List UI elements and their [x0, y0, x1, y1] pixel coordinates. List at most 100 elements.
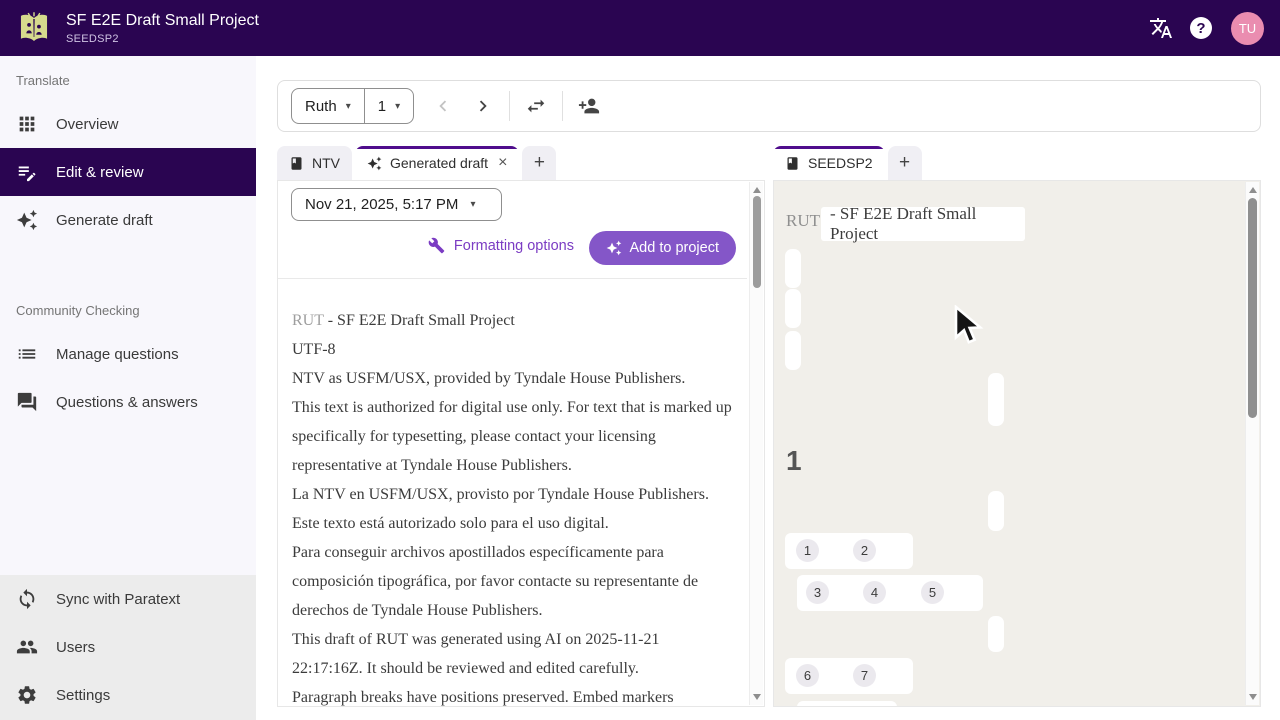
- draft-heading-line: RUT - SF E2E Draft Small Project: [292, 306, 732, 335]
- sidebar-item-generate-draft[interactable]: Generate draft: [0, 196, 256, 244]
- project-title: SF E2E Draft Small Project: [66, 11, 259, 30]
- chevron-down-icon: ▾: [470, 199, 475, 210]
- verse-segment-row: 3 4 5: [797, 575, 983, 611]
- draft-revision-select[interactable]: Nov 21, 2025, 5:17 PM ▾: [291, 188, 502, 221]
- user-avatar[interactable]: TU: [1231, 12, 1264, 45]
- main-content: Ruth ▾ 1 ▾: [256, 56, 1280, 720]
- next-chapter-button[interactable]: [463, 86, 503, 126]
- verse-number[interactable]: 7: [853, 664, 876, 687]
- sidebar-item-label: Manage questions: [56, 346, 179, 363]
- add-to-project-button[interactable]: Add to project: [589, 231, 736, 265]
- sidebar-item-label: Users: [56, 639, 95, 656]
- formatting-options-button[interactable]: Formatting options: [428, 237, 574, 254]
- app-title-block: SF E2E Draft Small Project SEEDSP2: [66, 11, 259, 45]
- left-pane-scrollbar[interactable]: [749, 182, 763, 705]
- previous-chapter-button[interactable]: [423, 86, 463, 126]
- settings-icon: [16, 684, 38, 706]
- sparkle-icon: [606, 240, 622, 256]
- verse-number[interactable]: 2: [853, 539, 876, 562]
- verse-number[interactable]: 1: [796, 539, 819, 562]
- add-tab-button[interactable]: +: [888, 146, 922, 180]
- chevron-down-icon: ▾: [395, 101, 400, 112]
- book-select-value: Ruth: [305, 98, 337, 115]
- tab-label: NTV: [312, 155, 340, 171]
- top-app-bar: SF E2E Draft Small Project SEEDSP2 ? TU: [0, 0, 1280, 56]
- formatting-options-label: Formatting options: [454, 238, 574, 254]
- sidebar-section-community-checking: Community Checking: [0, 300, 256, 320]
- source-draft-pane: NTV Generated draft × + Nov 21, 2025, 5:…: [277, 146, 765, 707]
- sidebar-gap: [0, 244, 256, 300]
- skeleton-placeholder: [988, 373, 1004, 426]
- scroll-down-icon[interactable]: [753, 694, 761, 700]
- chapter-select[interactable]: 1 ▾: [365, 88, 413, 124]
- draft-revision-value: Nov 21, 2025, 5:17 PM: [305, 196, 458, 213]
- sidebar-item-questions-answers[interactable]: Questions & answers: [0, 378, 256, 426]
- add-to-project-label: Add to project: [630, 240, 719, 256]
- skeleton-placeholder: [988, 616, 1004, 652]
- skeleton-placeholder: [988, 491, 1004, 531]
- sidebar-item-label: Edit & review: [56, 164, 144, 181]
- sidebar-item-label: Sync with Paratext: [56, 591, 180, 608]
- tab-generated-draft[interactable]: Generated draft ×: [355, 146, 519, 180]
- right-pane-tabbar: SEEDSP2 +: [773, 146, 1261, 180]
- sidebar-item-users[interactable]: Users: [0, 623, 256, 671]
- edit-note-icon: [16, 161, 38, 183]
- project-text-editor[interactable]: RUT - SF E2E Draft Small Project 1 1 2 3…: [773, 180, 1261, 707]
- sidebar: Translate Overview Edit & review Generat…: [0, 56, 256, 720]
- book-code-label: RUT: [292, 312, 324, 329]
- sidebar-item-manage-questions[interactable]: Manage questions: [0, 330, 256, 378]
- close-icon[interactable]: ×: [498, 155, 507, 171]
- sidebar-section-translate: Translate: [0, 70, 256, 90]
- chevron-right-icon: [472, 95, 494, 117]
- scroll-down-icon[interactable]: [1249, 694, 1257, 700]
- toolbar-divider: [509, 91, 510, 121]
- draft-heading-suffix: - SF E2E Draft Small Project: [324, 312, 515, 329]
- verse-number[interactable]: 3: [806, 581, 829, 604]
- project-editor-pane: SEEDSP2 + RUT - SF E2E Draft Small Proje…: [773, 146, 1261, 707]
- book-chapter-selector: Ruth ▾ 1 ▾: [291, 88, 414, 124]
- draft-paragraph: La NTV en USFM/USX, provisto por Tyndale…: [292, 480, 732, 538]
- translate-icon: [1149, 16, 1173, 40]
- sidebar-item-edit-review[interactable]: Edit & review: [0, 148, 256, 196]
- verse-number[interactable]: 4: [863, 581, 886, 604]
- language-button[interactable]: [1141, 8, 1181, 48]
- toolbar-divider: [562, 91, 563, 121]
- sync-icon: [16, 588, 38, 610]
- forum-icon: [16, 391, 38, 413]
- verse-segment-row: 8: [797, 701, 897, 707]
- skeleton-placeholder: [785, 249, 801, 288]
- right-pane-scrollbar[interactable]: [1245, 182, 1259, 705]
- sidebar-item-overview[interactable]: Overview: [0, 100, 256, 148]
- add-tab-button[interactable]: +: [522, 146, 556, 180]
- scrollbar-thumb[interactable]: [753, 196, 761, 288]
- generated-draft-panel: Nov 21, 2025, 5:17 PM ▾ Formatting optio…: [277, 180, 765, 707]
- scrollbar-thumb[interactable]: [1248, 198, 1257, 418]
- help-button[interactable]: ?: [1181, 8, 1221, 48]
- draft-paragraph: Paragraph breaks have positions preserve…: [292, 683, 732, 707]
- verse-number[interactable]: 6: [796, 664, 819, 687]
- verse-number[interactable]: 5: [921, 581, 944, 604]
- book-select[interactable]: Ruth ▾: [292, 88, 364, 124]
- skeleton-placeholder: [785, 331, 801, 370]
- chevron-down-icon: ▾: [346, 101, 351, 112]
- tab-label: SEEDSP2: [808, 155, 873, 171]
- book-code-label: RUT: [786, 211, 820, 231]
- scroll-up-icon[interactable]: [753, 187, 761, 193]
- draft-paragraph: UTF-8: [292, 335, 732, 364]
- sidebar-item-settings[interactable]: Settings: [0, 671, 256, 719]
- verse-segment-row: 6 7: [785, 658, 913, 694]
- share-add-person-button[interactable]: [569, 86, 609, 126]
- verse-segment-row: 1 2: [785, 533, 913, 569]
- skeleton-placeholder: [785, 289, 801, 328]
- chapter-select-value: 1: [378, 98, 386, 115]
- draft-text-editor[interactable]: RUT - SF E2E Draft Small Project UTF-8 N…: [292, 306, 732, 707]
- person-add-icon: [578, 95, 600, 117]
- swap-panes-button[interactable]: [516, 86, 556, 126]
- tab-ntv[interactable]: NTV: [277, 146, 352, 180]
- scroll-up-icon[interactable]: [1249, 187, 1257, 193]
- book-title-field[interactable]: - SF E2E Draft Small Project: [821, 207, 1025, 241]
- app-root: SF E2E Draft Small Project SEEDSP2 ? TU …: [0, 0, 1280, 720]
- draft-paragraph: Para conseguir archivos apostillados esp…: [292, 538, 732, 625]
- sidebar-item-sync-paratext[interactable]: Sync with Paratext: [0, 575, 256, 623]
- tab-seedsp2[interactable]: SEEDSP2: [773, 146, 885, 180]
